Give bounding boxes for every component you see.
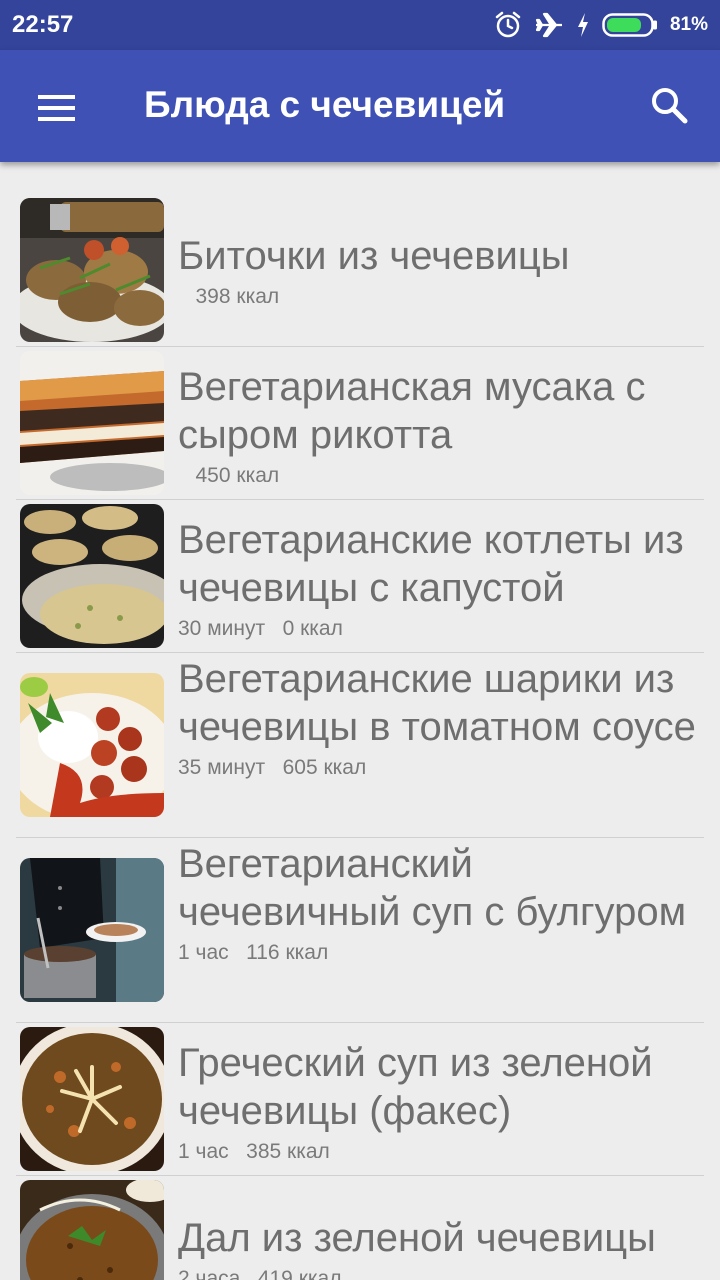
recipe-item[interactable]: Вегетарианские котлеты из чечевицы с кап… (16, 504, 704, 650)
recipe-item[interactable]: Вегетарианский чечевичный суп с булгуром… (16, 842, 704, 1022)
recipe-name: Греческий суп из зеленой чечевицы (факес… (178, 1041, 653, 1133)
recipe-name: Биточки из чечевицы (178, 234, 570, 278)
recipe-name: Вегетарианские шарики из чечевицы в тома… (178, 657, 696, 749)
recipe-text: Вегетарианские шарики из чечевицы в тома… (178, 655, 698, 782)
recipe-text: Греческий суп из зеленой чечевицы (факес… (178, 1039, 698, 1166)
recipe-item[interactable]: Греческий суп из зеленой чечевицы (факес… (16, 1027, 704, 1173)
recipe-text: Вегетарианские котлеты из чечевицы с кап… (178, 516, 698, 643)
battery-icon (602, 13, 657, 37)
recipe-name: Вегетарианская мусака с сыром рикотта (178, 365, 646, 457)
recipe-item[interactable]: Биточки из чечевицы 398 ккал (16, 198, 704, 344)
divider (16, 499, 704, 500)
recipe-list: Биточки из чечевицы 398 ккал Вегетарианс… (0, 162, 720, 1280)
recipe-thumbnail (20, 504, 164, 648)
recipe-item[interactable]: Вегетарианские шарики из чечевицы в тома… (16, 657, 704, 837)
recipe-text: Вегетарианский чечевичный суп с булгуром… (178, 840, 698, 967)
recipe-thumbnail (20, 858, 164, 1002)
recipe-meta: 35 минут 605 ккал (178, 756, 367, 779)
recipe-name: Дал из зеленой чечевицы (178, 1216, 656, 1260)
recipe-text: Дал из зеленой чечевицы 2 часа 419 ккал (178, 1214, 698, 1280)
recipe-meta: 1 час 116 ккал (178, 941, 329, 964)
divider (16, 837, 704, 838)
divider (16, 346, 704, 347)
alarm-icon (495, 11, 521, 38)
airplane-mode-icon (535, 12, 562, 38)
recipe-thumbnail (20, 198, 164, 342)
recipe-thumbnail (20, 673, 164, 817)
recipe-meta: 2 часа 419 ккал (178, 1267, 342, 1280)
page-title: Блюда с чечевицей (144, 84, 506, 125)
hamburger-menu-icon[interactable] (26, 82, 86, 130)
recipe-name: Вегетарианские котлеты из чечевицы с кап… (178, 518, 684, 610)
recipe-thumbnail (20, 1180, 164, 1280)
status-icons: 81% (494, 9, 708, 41)
recipe-item[interactable]: Дал из зеленой чечевицы 2 часа 419 ккал (16, 1180, 704, 1280)
battery-percent: 81% (669, 14, 708, 35)
recipe-meta: 450 ккал (178, 464, 280, 487)
recipe-text: Биточки из чечевицы 398 ккал (178, 232, 698, 311)
search-icon[interactable] (644, 80, 696, 132)
recipe-meta: 1 час 385 ккал (178, 1140, 330, 1163)
status-bar: 22:57 81% (0, 0, 720, 50)
app-bar: Блюда с чечевицей (0, 50, 720, 162)
recipe-text: Вегетарианская мусака с сыром рикотта 45… (178, 363, 698, 490)
recipe-name: Вегетарианский чечевичный суп с булгуром (178, 842, 687, 934)
recipe-meta: 30 минут 0 ккал (178, 617, 343, 640)
divider (16, 1022, 704, 1023)
recipe-thumbnail (20, 351, 164, 495)
recipe-meta: 398 ккал (178, 285, 280, 308)
recipe-thumbnail (20, 1027, 164, 1171)
status-time: 22:57 (12, 11, 74, 38)
divider (16, 1175, 704, 1176)
charging-icon (577, 13, 588, 37)
recipe-item[interactable]: Вегетарианская мусака с сыром рикотта 45… (16, 351, 704, 497)
divider (16, 652, 704, 653)
